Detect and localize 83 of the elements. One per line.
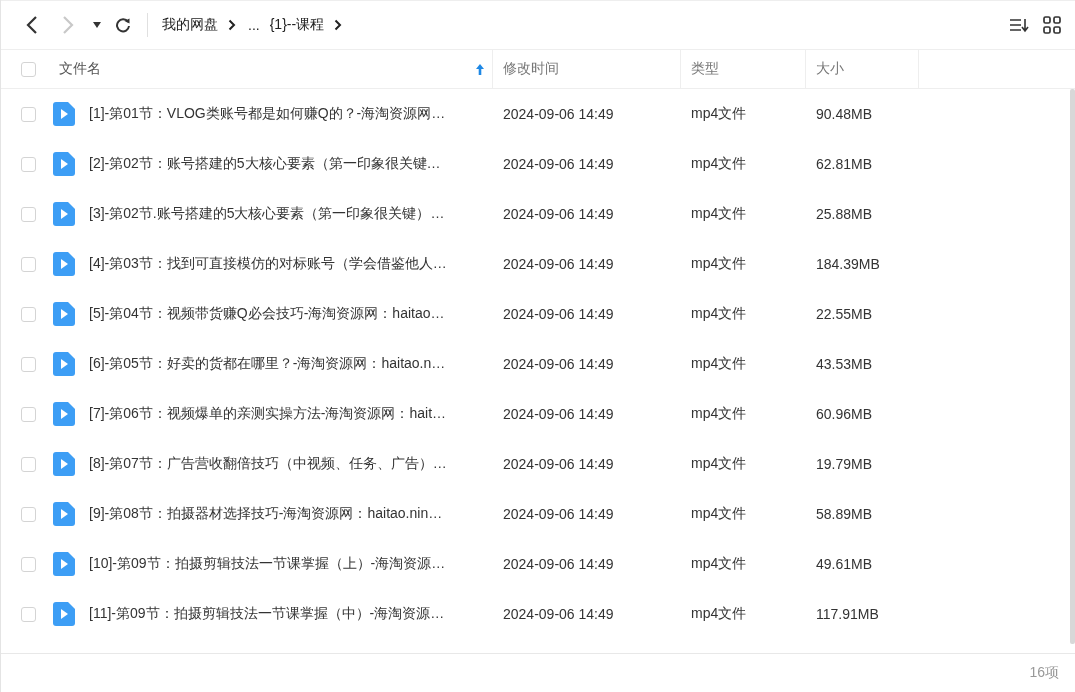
row-checkbox[interactable] <box>21 306 36 322</box>
file-type: mp4文件 <box>691 305 747 323</box>
select-all-checkbox[interactable] <box>21 61 36 77</box>
file-size: 90.48MB <box>816 106 873 122</box>
row-checkbox[interactable] <box>21 406 36 422</box>
file-size: 43.53MB <box>816 356 873 372</box>
modified-time: 2024-09-06 14:49 <box>503 556 614 572</box>
modified-time: 2024-09-06 14:49 <box>503 506 614 522</box>
chevron-right-icon <box>228 19 236 31</box>
file-name[interactable]: [7]-第06节：视频爆单的亲测实操方法-海淘资源网：hait… <box>89 405 447 423</box>
file-size: 58.89MB <box>816 506 873 522</box>
file-name[interactable]: [3]-第02节.账号搭建的5大核心要素（第一印象很关键）… <box>89 205 445 223</box>
dropdown-caret-icon[interactable] <box>93 22 101 28</box>
video-file-icon <box>53 452 75 476</box>
modified-time: 2024-09-06 14:49 <box>503 156 614 172</box>
modified-time: 2024-09-06 14:49 <box>503 106 614 122</box>
file-size: 49.61MB <box>816 556 873 572</box>
modified-time: 2024-09-06 14:49 <box>503 306 614 322</box>
video-file-icon <box>53 502 75 526</box>
file-type: mp4文件 <box>691 105 747 123</box>
sort-arrow-icon <box>476 63 484 75</box>
file-name[interactable]: [5]-第04节：视频带货赚Q必会技巧-海淘资源网：haitao… <box>89 305 445 323</box>
file-type: mp4文件 <box>691 505 747 523</box>
row-checkbox[interactable] <box>21 606 36 622</box>
file-name[interactable]: [4]-第03节：找到可直接模仿的对标账号（学会借鉴他人… <box>89 255 447 273</box>
file-name[interactable]: [2]-第02节：账号搭建的5大核心要素（第一印象很关键… <box>89 155 441 173</box>
video-file-icon <box>53 552 75 576</box>
video-file-icon <box>53 602 75 626</box>
file-size: 25.88MB <box>816 206 873 222</box>
breadcrumb-link[interactable]: {1}--课程 <box>269 16 325 34</box>
modified-time: 2024-09-06 14:49 <box>503 456 614 472</box>
breadcrumb-link[interactable]: 我的网盘 <box>162 16 218 34</box>
video-file-icon <box>53 152 75 176</box>
video-file-icon <box>53 352 75 376</box>
file-type: mp4文件 <box>691 455 747 473</box>
video-file-icon <box>53 102 75 126</box>
refresh-icon[interactable] <box>115 17 131 33</box>
file-size: 117.91MB <box>816 606 879 622</box>
row-checkbox[interactable] <box>21 156 36 172</box>
row-checkbox[interactable] <box>21 106 36 122</box>
column-header[interactable]: 修改时间 <box>503 60 559 78</box>
scrollbar-thumb[interactable] <box>1070 89 1075 644</box>
video-file-icon <box>53 252 75 276</box>
file-type: mp4文件 <box>691 605 747 623</box>
file-type: mp4文件 <box>691 205 747 223</box>
file-size: 60.96MB <box>816 406 873 422</box>
sort-icon[interactable] <box>1009 17 1029 33</box>
row-checkbox[interactable] <box>21 556 36 572</box>
file-type: mp4文件 <box>691 255 747 273</box>
column-header[interactable]: 文件名 <box>59 60 101 78</box>
modified-time: 2024-09-06 14:49 <box>503 406 614 422</box>
chevron-right-icon <box>334 19 343 31</box>
file-size: 184.39MB <box>816 256 880 272</box>
file-size: 62.81MB <box>816 156 873 172</box>
video-file-icon <box>53 402 75 426</box>
row-checkbox[interactable] <box>21 456 36 472</box>
row-checkbox[interactable] <box>21 256 36 272</box>
file-type: mp4文件 <box>691 555 747 573</box>
item-count: 16项 <box>1029 664 1059 682</box>
file-size: 19.79MB <box>816 456 873 472</box>
file-type: mp4文件 <box>691 405 747 423</box>
column-header[interactable]: 类型 <box>691 60 719 78</box>
grid-view-icon[interactable] <box>1043 16 1061 34</box>
column-header[interactable]: 大小 <box>816 60 844 78</box>
row-checkbox[interactable] <box>21 206 36 222</box>
modified-time: 2024-09-06 14:49 <box>503 606 614 622</box>
row-checkbox[interactable] <box>21 506 36 522</box>
file-type: mp4文件 <box>691 155 747 173</box>
file-size: 22.55MB <box>816 306 873 322</box>
file-name[interactable]: [6]-第05节：好卖的货都在哪里？-海淘资源网：haitao.n… <box>89 355 446 373</box>
modified-time: 2024-09-06 14:49 <box>503 206 614 222</box>
file-type: mp4文件 <box>691 355 747 373</box>
video-file-icon <box>53 302 75 326</box>
file-name[interactable]: [1]-第01节：VLOG类账号都是如何赚Q的？-海淘资源网… <box>89 105 446 123</box>
breadcrumb-link[interactable]: ... <box>248 17 260 33</box>
file-name[interactable]: [10]-第09节：拍摄剪辑技法一节课掌握（上）-海淘资源… <box>89 555 446 573</box>
modified-time: 2024-09-06 14:49 <box>503 256 614 272</box>
modified-time: 2024-09-06 14:49 <box>503 356 614 372</box>
file-name[interactable]: [9]-第08节：拍摄器材选择技巧-海淘资源网：haitao.nin… <box>89 505 443 523</box>
video-file-icon <box>53 202 75 226</box>
file-name[interactable]: [11]-第09节：拍摄剪辑技法一节课掌握（中）-海淘资源… <box>89 605 445 623</box>
row-checkbox[interactable] <box>21 356 36 372</box>
file-name[interactable]: [8]-第07节：广告营收翻倍技巧（中视频、任务、广告）… <box>89 455 447 473</box>
